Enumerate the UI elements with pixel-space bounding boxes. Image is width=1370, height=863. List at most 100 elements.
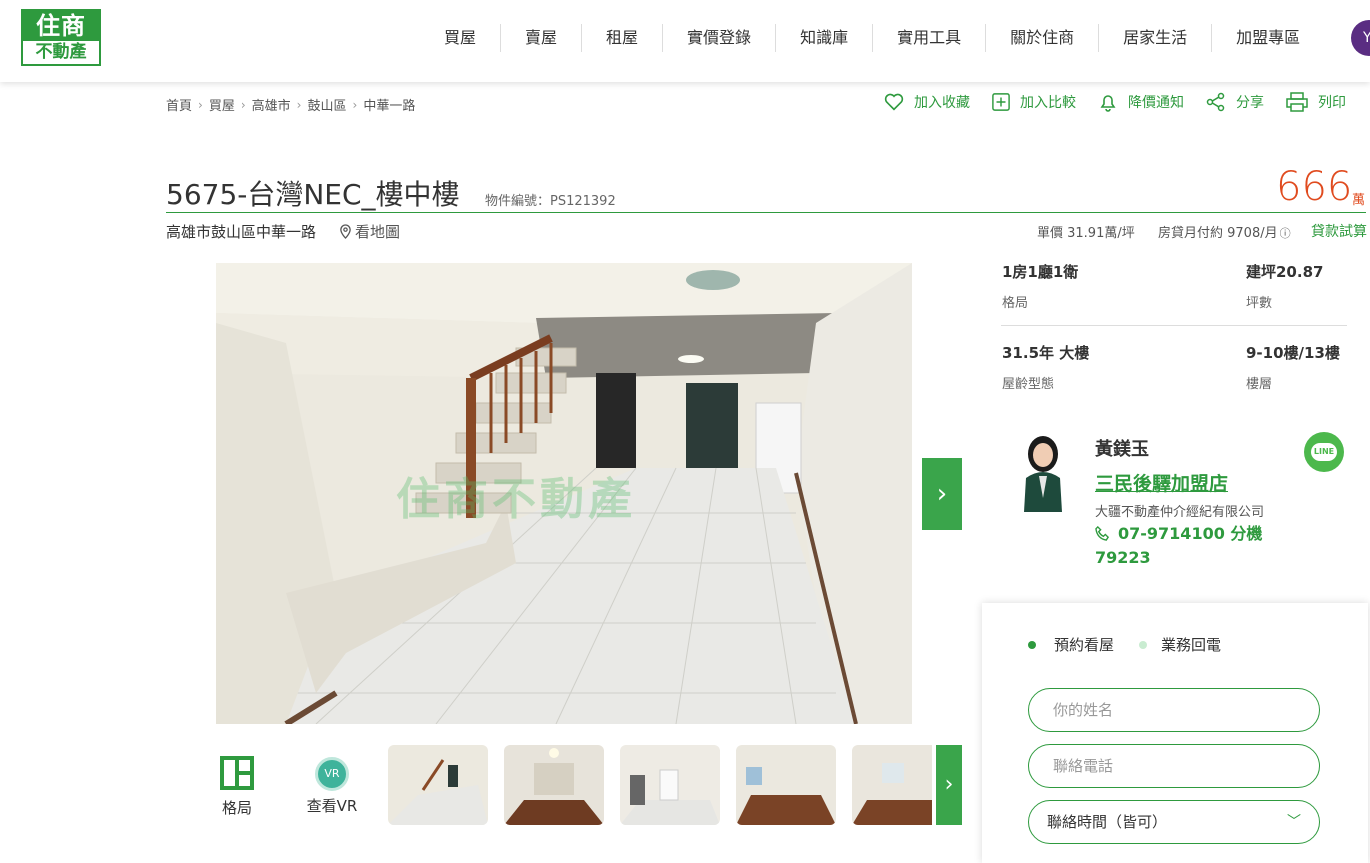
nav-sell[interactable]: 賣屋 (500, 24, 581, 52)
object-id: 物件編號：PS121392 (485, 194, 616, 209)
main-nav: 買屋 賣屋 租屋 實價登錄 知識庫 實用工具 關於住商 居家生活 加盟專區 (420, 24, 1324, 52)
chevron-down-icon: ﹀ (1287, 814, 1301, 830)
share-label: 分享 (1236, 95, 1264, 111)
printer-icon (1286, 92, 1308, 112)
thumbnail-next-button[interactable]: › (936, 745, 962, 825)
agent-portrait (1012, 428, 1074, 512)
breadcrumb-district[interactable]: 鼓山區 (307, 95, 346, 114)
photo-thumbnail[interactable] (736, 745, 836, 825)
name-input[interactable]: 你的姓名 (1028, 688, 1320, 732)
view-map-label: 看地圖 (355, 223, 401, 241)
agent-store-link[interactable]: 三民後驛加盟店 (1095, 469, 1228, 496)
spec-value: 建坪20.87 (1246, 263, 1324, 281)
photo-thumbnail[interactable] (504, 745, 604, 825)
price-alert-button[interactable]: 降價通知 (1098, 92, 1184, 112)
vr-icon: VR (315, 757, 349, 791)
chevron-right-icon: › (240, 97, 246, 112)
breadcrumb-buy[interactable]: 買屋 (209, 95, 235, 114)
favorite-button[interactable]: 加入收藏 (884, 92, 970, 112)
site-header: 住商 不動產 買屋 賣屋 租屋 實價登錄 知識庫 實用工具 關於住商 居家生活 … (0, 0, 1370, 82)
photo-thumbnail[interactable] (620, 745, 720, 825)
inactive-dot-icon (1139, 640, 1147, 649)
nav-price-registry[interactable]: 實價登錄 (662, 24, 775, 52)
photo-watermark: 住商不動產 (396, 474, 636, 525)
print-label: 列印 (1318, 95, 1346, 111)
tab-callback[interactable]: 業務回電 (1139, 634, 1221, 655)
map-pin-icon (340, 224, 351, 239)
nav-home-life[interactable]: 居家生活 (1098, 24, 1211, 52)
vr-label: 查看VR (306, 797, 358, 815)
nav-franchise[interactable]: 加盟專區 (1211, 24, 1324, 52)
spec-value: 9-10樓/13樓 (1246, 344, 1340, 362)
phone-input[interactable]: 聯絡電話 (1028, 744, 1320, 788)
breadcrumb-city[interactable]: 高雄市 (252, 95, 291, 114)
chevron-right-icon: › (936, 479, 948, 509)
tab-callback-label: 業務回電 (1161, 636, 1222, 654)
agent-phone-number: 07-9714100 分機79223 (1095, 524, 1263, 567)
contact-time-select[interactable]: 聯絡時間（皆可） ﹀ (1028, 800, 1320, 844)
thumbnail-image (504, 745, 604, 825)
floorplan-icon (220, 756, 254, 790)
chevron-right-icon: › (352, 97, 358, 112)
plus-square-icon (992, 93, 1010, 111)
spec-layout: 1房1廳1衛 格局 (1002, 261, 1078, 311)
breadcrumb: 首頁 › 買屋 › 高雄市 › 鼓山區 › 中華一路 (166, 95, 415, 115)
thumbnail-image (388, 745, 488, 825)
share-icon (1206, 92, 1225, 112)
mortgage-text: 房貸月付約 9708/月 (1158, 226, 1278, 241)
line-contact-button[interactable]: LINE (1304, 432, 1344, 472)
user-avatar-button[interactable]: Y (1351, 20, 1370, 56)
photo-thumbnail[interactable] (388, 745, 488, 825)
compare-button[interactable]: 加入比較 (992, 92, 1076, 112)
listing-actions: 加入收藏 加入比較 降價通知 分享 列印 (884, 92, 1346, 112)
compare-label: 加入比較 (1020, 95, 1076, 111)
heart-icon (884, 93, 904, 111)
print-button[interactable]: 列印 (1286, 92, 1346, 112)
vr-button[interactable]: VR 查看VR (303, 757, 361, 816)
main-photo[interactable]: 住商不動產 (216, 263, 912, 724)
floorplan-label: 格局 (221, 799, 252, 817)
breadcrumb-home[interactable]: 首頁 (166, 95, 192, 114)
favorite-label: 加入收藏 (914, 95, 970, 111)
share-button[interactable]: 分享 (1206, 92, 1264, 112)
phone-icon (1095, 525, 1110, 541)
nav-knowledge[interactable]: 知識庫 (775, 24, 872, 52)
agent-name: 黃鎂玉 (1095, 439, 1149, 460)
nav-tools[interactable]: 實用工具 (872, 24, 985, 52)
info-icon[interactable]: ⓘ (1280, 227, 1291, 240)
mortgage-estimate: 房貸月付約 9708/月 ⓘ (1158, 222, 1291, 241)
agent-company: 大疆不動產仲介經紀有限公司 (1095, 505, 1265, 520)
spec-age-type: 31.5年 大樓 屋齡型態 (1002, 342, 1089, 392)
contact-time-value: 聯絡時間（皆可） (1047, 813, 1168, 831)
price-unit: 萬 (1352, 193, 1366, 208)
tab-book-viewing[interactable]: 預約看屋 (1028, 634, 1114, 655)
breadcrumb-road[interactable]: 中華一路 (363, 95, 415, 114)
tab-book-viewing-label: 預約看屋 (1054, 636, 1115, 654)
listing-title: 5675-台灣NEC_樓中樓 (166, 178, 460, 211)
thumbnail-image (620, 745, 720, 825)
listing-address: 高雄市鼓山區中華一路 (166, 223, 317, 241)
floorplan-button[interactable]: 格局 (218, 755, 256, 818)
photo-thumbnail[interactable] (852, 745, 932, 825)
bell-icon (1100, 95, 1116, 112)
nav-about[interactable]: 關於住商 (985, 24, 1098, 52)
site-logo[interactable]: 住商 不動產 (21, 9, 101, 66)
thumbnail-image (852, 745, 932, 825)
view-map-link[interactable]: 看地圖 (339, 221, 400, 242)
spec-value: 31.5年 大樓 (1002, 344, 1090, 362)
agent-phone[interactable]: 07-9714100 分機79223 (1095, 522, 1285, 570)
photo-next-button[interactable]: › (922, 458, 962, 530)
nav-rent[interactable]: 租屋 (581, 24, 662, 52)
agent-photo[interactable] (1012, 428, 1074, 512)
listing-price: 666 (1276, 164, 1353, 210)
chevron-right-icon: › (944, 772, 954, 797)
loan-calculator-link[interactable]: 貸款試算 (1311, 221, 1367, 241)
spec-label: 格局 (1002, 296, 1029, 311)
title-divider (166, 212, 1366, 213)
nav-buy[interactable]: 買屋 (420, 24, 500, 52)
spec-label: 坪數 (1246, 296, 1273, 311)
thumbnail-image (736, 745, 836, 825)
logo-bottom-text: 不動產 (35, 42, 87, 62)
line-icon: LINE (1311, 443, 1337, 461)
active-dot-icon (1028, 640, 1036, 649)
